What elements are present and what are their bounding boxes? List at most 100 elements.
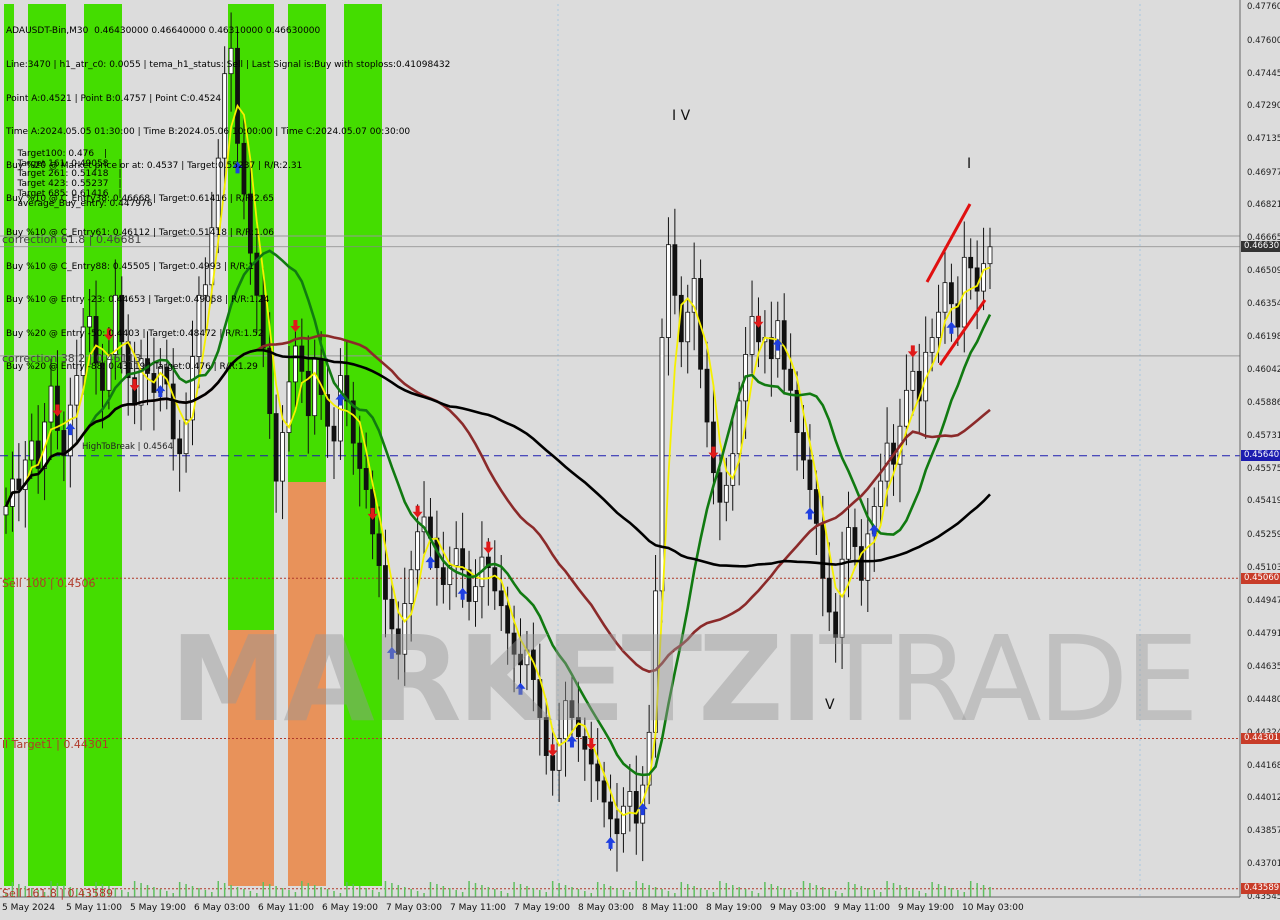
candle-body	[48, 385, 54, 423]
buy-arrow-icon	[457, 587, 468, 600]
candle-body	[807, 459, 813, 490]
candle-body	[601, 780, 607, 803]
candle-body	[293, 345, 298, 383]
candle-body	[801, 432, 806, 461]
candle-body	[865, 533, 871, 581]
candle-body	[112, 294, 118, 355]
candle-body	[878, 480, 884, 507]
wave-label-v: V	[825, 697, 835, 713]
candle-body	[177, 438, 183, 455]
candle-body	[280, 432, 285, 482]
candle-body	[395, 628, 401, 655]
target-item: Target100: 0.476	[17, 149, 95, 159]
time-tick-label: 6 May 11:00	[258, 903, 314, 913]
price-chart[interactable]	[0, 0, 1280, 920]
price-tick-label: 0.47600	[1247, 36, 1280, 46]
candle-body	[267, 347, 273, 414]
candle-body	[389, 598, 395, 630]
candle-body	[839, 558, 845, 638]
candle-body	[357, 442, 363, 469]
buy-arrow-icon	[155, 385, 166, 398]
candle-body	[312, 358, 318, 417]
time-tick-label: 8 May 03:00	[578, 903, 634, 913]
price-tick-label: 0.47290	[1247, 101, 1280, 112]
candle-body	[273, 413, 279, 482]
candle-body	[453, 548, 459, 566]
candle-body	[331, 425, 337, 442]
candle-body	[910, 370, 916, 391]
time-tick-label: 9 May 11:00	[834, 903, 890, 913]
candle-body	[505, 605, 511, 634]
price-tick-label: 0.47135	[1247, 134, 1280, 145]
candle-body	[543, 717, 549, 756]
wave-label-iv: I V	[672, 108, 691, 124]
candle-body	[987, 246, 993, 265]
candle-body	[222, 73, 228, 159]
candle-body	[563, 700, 568, 740]
candle-body	[228, 47, 234, 75]
buy-arrow-icon	[804, 507, 815, 520]
candle-body	[215, 157, 221, 229]
candle-body	[119, 294, 125, 343]
price-tick-label: 0.43701	[1247, 859, 1280, 870]
candle-body	[376, 533, 382, 566]
candle-body	[730, 453, 736, 486]
price-badge: 0.45640	[1241, 450, 1280, 462]
candle-body	[466, 569, 472, 602]
time-tick-label: 7 May 11:00	[450, 903, 506, 913]
time-tick-label: 7 May 03:00	[386, 903, 442, 913]
candle-body	[633, 791, 639, 824]
price-tick-label: 0.43857	[1247, 826, 1280, 837]
candle-body	[595, 763, 601, 782]
candle-body	[717, 472, 723, 503]
candle-body	[826, 577, 832, 613]
price-tick-label: 0.44791	[1247, 629, 1280, 639]
price-tick-label: 0.46042	[1247, 364, 1280, 375]
candle-body	[3, 506, 9, 516]
sell-100-label: Sell 100 | 0.4506	[2, 577, 96, 590]
time-tick-label: 5 May 19:00	[130, 903, 186, 913]
candle-body	[588, 748, 594, 765]
candle-body	[408, 569, 414, 604]
candle-body	[833, 611, 839, 638]
candle-body	[704, 368, 710, 423]
candle-body	[473, 586, 478, 602]
chart-area[interactable]: MARKETZITRADE ADAUSDT-Bin,M30 0.46430000…	[0, 0, 1280, 920]
candle-body	[440, 567, 446, 585]
candle-body	[736, 400, 742, 455]
orange-zone	[228, 630, 274, 886]
orange-zone	[288, 482, 326, 886]
candle-body	[903, 389, 909, 427]
price-tick-label: 0.44480	[1247, 694, 1280, 705]
target-item: average_Buy_entry: 0.447976	[17, 199, 153, 209]
time-tick-label: 6 May 19:00	[322, 903, 378, 913]
candle-body	[402, 603, 408, 655]
candle-body	[659, 337, 665, 592]
candle-body	[608, 801, 613, 820]
candle-body	[260, 294, 266, 349]
candle-body	[627, 791, 633, 807]
price-tick-label: 0.45886	[1247, 397, 1280, 408]
time-tick-label: 5 May 11:00	[66, 903, 122, 913]
candle-body	[936, 311, 941, 338]
candle-body	[247, 193, 253, 254]
price-tick-label: 0.44635	[1247, 661, 1280, 672]
candle-body	[202, 284, 208, 296]
price-tick-label: 0.46977	[1247, 167, 1280, 178]
targets-row: Target100: 0.476 | Target 161: 0.49058 | T…	[17, 149, 153, 209]
wave-label-i: I	[967, 156, 972, 172]
sell-arrow-icon	[753, 315, 764, 328]
candle-body	[498, 590, 504, 607]
buy-arrow-icon	[946, 321, 957, 334]
target-item: Target 423: 0.55237	[17, 179, 109, 189]
candle-body	[813, 489, 819, 524]
target-item: Target 161: 0.49058	[17, 159, 109, 169]
sell-arrow-icon	[129, 379, 140, 392]
candle-body	[241, 142, 247, 195]
candle-body	[981, 263, 986, 292]
sell-arrow-icon	[483, 541, 494, 554]
time-tick-label: 7 May 19:00	[514, 903, 570, 913]
time-tick-label: 10 May 03:00	[962, 903, 1024, 913]
green-zone	[344, 4, 382, 886]
candle-body	[87, 316, 93, 328]
